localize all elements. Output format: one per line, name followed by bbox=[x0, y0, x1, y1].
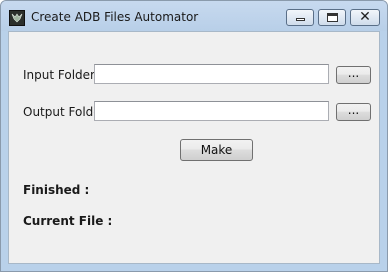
input-folder-label: Input Folder bbox=[23, 68, 95, 82]
finished-label: Finished : bbox=[23, 183, 90, 197]
input-folder-browse-button[interactable]: ... bbox=[336, 66, 371, 84]
close-icon: ✕ bbox=[359, 9, 371, 25]
minimize-icon bbox=[296, 18, 305, 21]
maximize-icon bbox=[327, 13, 338, 22]
app-icon[interactable] bbox=[9, 10, 25, 26]
window-title: Create ADB Files Automator bbox=[31, 10, 199, 24]
maximize-button[interactable] bbox=[318, 9, 346, 26]
minimize-button[interactable] bbox=[286, 9, 314, 26]
output-folder-field[interactable] bbox=[94, 101, 329, 121]
title-bar[interactable]: Create ADB Files Automator ✕ bbox=[1, 1, 387, 31]
current-file-label: Current File : bbox=[23, 214, 113, 228]
close-button[interactable]: ✕ bbox=[350, 9, 380, 26]
client-area: Input Folder ... Output Folder ... Make … bbox=[8, 31, 380, 264]
output-folder-browse-button[interactable]: ... bbox=[336, 103, 371, 121]
make-button[interactable]: Make bbox=[180, 139, 253, 161]
main-window: Create ADB Files Automator ✕ Input Folde… bbox=[0, 0, 388, 272]
input-folder-field[interactable] bbox=[94, 64, 329, 84]
